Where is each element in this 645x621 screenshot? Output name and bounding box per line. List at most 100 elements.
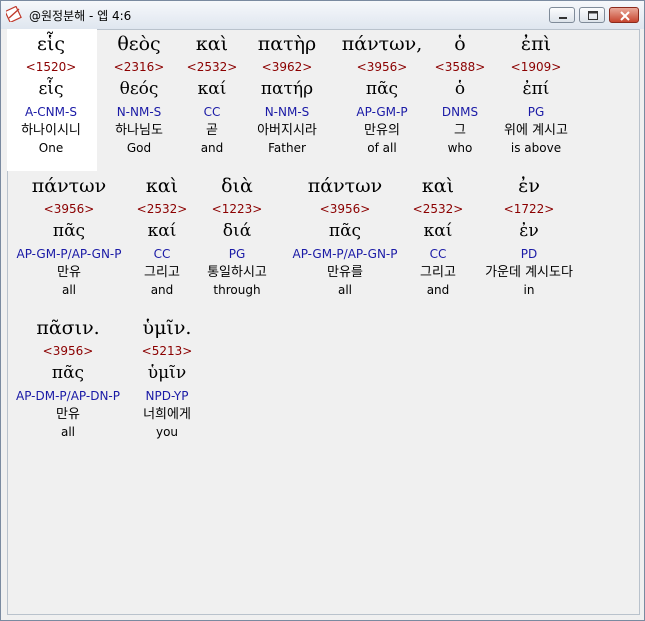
word-column[interactable]: εἷς <1520> εἷς A-CNM-S 하나이시니 One	[6, 30, 96, 156]
word-column[interactable]: ἐπὶ <1909> ἐπί PG 위에 계시고 is above	[488, 30, 584, 156]
word-column[interactable]: ὁ <3588> ὁ DNMS 그 who	[432, 30, 488, 156]
word-column[interactable]: πάντων, <3956> πᾶς AP-GM-P 만유의 of all	[332, 30, 432, 156]
english-gloss: One	[38, 141, 64, 155]
korean-gloss: 만유의	[364, 123, 400, 138]
greek-word: διὰ	[221, 175, 253, 197]
greek-word: πάντων,	[341, 33, 423, 55]
parse-code: DNMS	[441, 105, 479, 119]
strongs-number: <2532>	[412, 202, 464, 216]
english-gloss: in	[523, 283, 535, 297]
greek-word: πάντων	[307, 175, 383, 197]
title-bar[interactable]: @원정분해 - 엡 4:6	[1, 1, 644, 29]
strongs-number: <2532>	[186, 60, 238, 74]
english-gloss: and	[426, 283, 450, 297]
english-gloss: all	[60, 425, 76, 439]
close-button[interactable]	[609, 7, 639, 23]
greek-word: ὑμῖν.	[142, 317, 192, 339]
english-gloss: through	[213, 283, 261, 297]
greek-word: πᾶσιν.	[36, 317, 100, 339]
lemma-word: ὁ	[454, 79, 466, 99]
strongs-number: <3588>	[434, 60, 486, 74]
english-gloss: of all	[367, 141, 397, 155]
lemma-word: πᾶς	[52, 221, 86, 241]
greek-word: ὁ	[454, 33, 466, 55]
korean-gloss: 가운데 계시도다	[485, 265, 573, 280]
word-column[interactable]: καὶ <2532> καί CC 그리고 and	[408, 172, 468, 298]
korean-gloss: 그리고	[420, 265, 456, 280]
english-gloss: you	[155, 425, 179, 439]
lemma-word: πατήρ	[260, 79, 314, 99]
lemma-word: ἐν	[519, 221, 539, 241]
lemma-word: καί	[197, 79, 227, 99]
english-gloss: and	[200, 141, 224, 155]
strongs-number: <3962>	[261, 60, 313, 74]
word-column[interactable]: καὶ <2532> καί CC 그리고 and	[132, 172, 192, 298]
lemma-word: πᾶς	[328, 221, 362, 241]
minimize-icon	[559, 17, 567, 19]
word-column[interactable]: ὑμῖν. <5213> ὑμῖν NPD-YP 너희에게 you	[130, 314, 204, 440]
window-title: @원정분해 - 엡 4:6	[29, 9, 132, 23]
strongs-number: <1520>	[25, 60, 77, 74]
word-column[interactable]: πατὴρ <3962> πατήρ N-NM-S 아버지시라 Father	[242, 30, 332, 156]
english-gloss: who	[447, 141, 473, 155]
english-gloss: and	[150, 283, 174, 297]
parse-code: NPD-YP	[145, 389, 189, 403]
strongs-number: <3956>	[43, 202, 95, 216]
korean-gloss: 하나이시니	[21, 123, 81, 138]
word-column[interactable]: θεὸς <2316> θεός N-NM-S 하나님도 God	[96, 30, 182, 156]
lemma-word: καί	[423, 221, 453, 241]
korean-gloss: 만유	[56, 407, 80, 422]
korean-gloss: 위에 계시고	[504, 123, 568, 138]
strongs-number: <3956>	[319, 202, 371, 216]
greek-word: ἐν	[518, 175, 540, 197]
english-gloss: all	[61, 283, 77, 297]
greek-word: πατὴρ	[257, 33, 317, 55]
korean-gloss: 만유를	[327, 265, 363, 280]
parse-code: AP-GM-P/AP-GN-P	[292, 247, 398, 261]
word-column[interactable]: πάντων <3956> πᾶς AP-GM-P/AP-GN-P 만유를 all	[282, 172, 408, 298]
parse-code: CC	[203, 105, 221, 119]
parse-code: CC	[429, 247, 447, 261]
korean-gloss: 만유	[57, 265, 81, 280]
greek-word: θεὸς	[117, 33, 161, 55]
korean-gloss: 하나님도	[115, 123, 163, 138]
app-icon	[6, 6, 22, 22]
english-gloss: God	[126, 141, 152, 155]
korean-gloss: 곧	[206, 123, 218, 138]
korean-gloss: 그	[454, 123, 466, 138]
word-column[interactable]: καὶ <2532> καί CC 곧 and	[182, 30, 242, 156]
parse-code: PG	[228, 247, 246, 261]
greek-word: εἷς	[37, 33, 65, 55]
maximize-button[interactable]	[579, 7, 605, 23]
korean-gloss: 너희에게	[143, 407, 191, 422]
greek-word: ἐπὶ	[520, 33, 552, 55]
parse-code: CC	[153, 247, 171, 261]
korean-gloss: 아버지시라	[257, 123, 317, 138]
parse-code: PG	[527, 105, 545, 119]
strongs-number: <1722>	[503, 202, 555, 216]
greek-word: καὶ	[195, 33, 229, 55]
word-column[interactable]: πάντων <3956> πᾶς AP-GM-P/AP-GN-P 만유 all	[6, 172, 132, 298]
parse-code: N-NM-S	[264, 105, 310, 119]
parse-code: PD	[520, 247, 538, 261]
strongs-number: <3956>	[42, 344, 94, 358]
minimize-button[interactable]	[549, 7, 575, 23]
word-column[interactable]: ἐν <1722> ἐν PD 가운데 계시도다 in	[468, 172, 590, 298]
strongs-number: <3956>	[356, 60, 408, 74]
parse-code: AP-GM-P/AP-GN-P	[16, 247, 122, 261]
strongs-number: <5213>	[141, 344, 193, 358]
parse-code: N-NM-S	[116, 105, 162, 119]
lemma-word: καί	[147, 221, 177, 241]
lemma-word: πᾶς	[365, 79, 399, 99]
word-column[interactable]: πᾶσιν. <3956> πᾶς AP-DM-P/AP-DN-P 만유 all	[6, 314, 130, 440]
close-icon	[620, 11, 630, 21]
greek-word: πάντων	[31, 175, 107, 197]
lemma-word: πᾶς	[51, 363, 85, 383]
greek-word: καὶ	[145, 175, 179, 197]
english-gloss: all	[337, 283, 353, 297]
maximize-icon	[588, 11, 598, 20]
word-column[interactable]: διὰ <1223> διά PG 통일하시고 through	[192, 172, 282, 298]
parse-code: A-CNM-S	[25, 105, 77, 119]
lemma-word: εἷς	[38, 79, 64, 99]
strongs-number: <1223>	[211, 202, 263, 216]
